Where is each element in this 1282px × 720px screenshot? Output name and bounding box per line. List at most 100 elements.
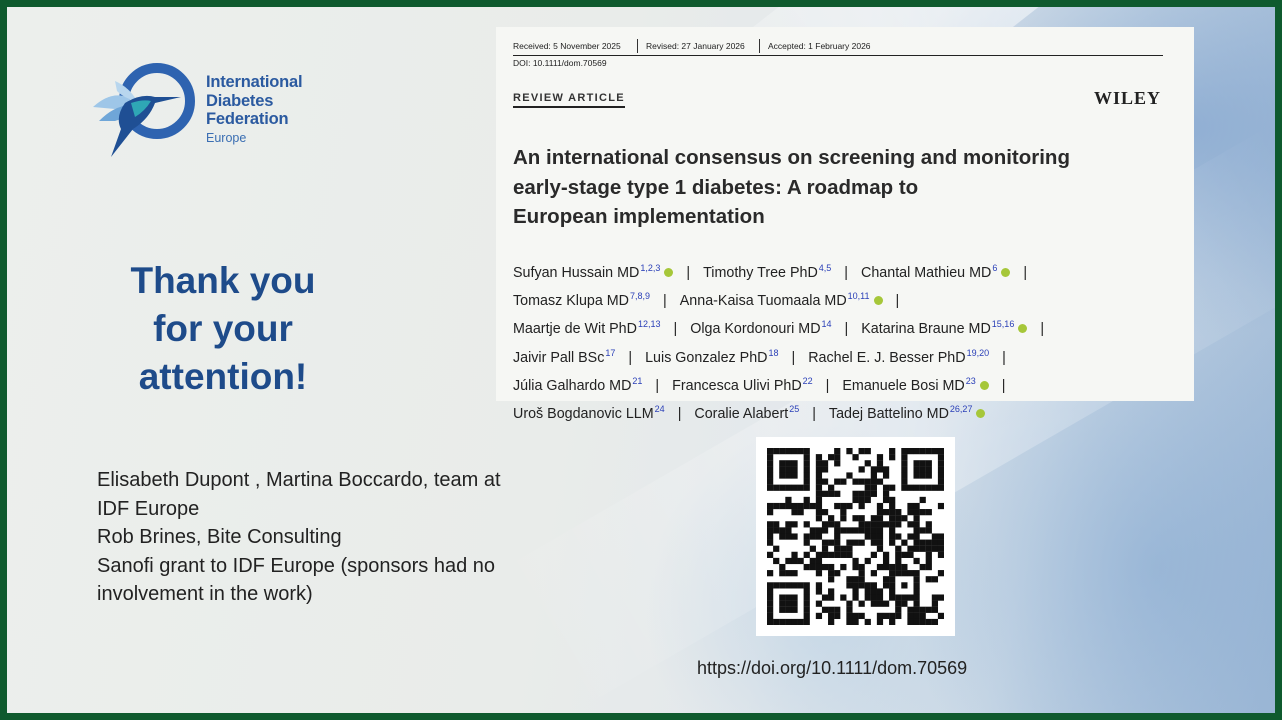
qr-module — [779, 600, 786, 607]
qr-module — [876, 588, 884, 595]
qr-module — [846, 612, 853, 620]
qr-module — [852, 557, 859, 565]
qr-module — [828, 454, 835, 461]
qr-code[interactable] — [756, 437, 955, 636]
qr-module — [834, 606, 841, 613]
qr-module — [852, 527, 859, 534]
qr-module — [913, 484, 920, 491]
qr-module — [840, 509, 847, 516]
orcid-icon[interactable] — [664, 268, 674, 277]
qr-module — [925, 448, 932, 455]
affiliation-superscript: 10,11 — [847, 291, 870, 302]
qr-module — [767, 466, 774, 473]
qr-module — [889, 588, 896, 595]
author-name-text: Anna-Kaisa Tuomaala MD — [679, 293, 847, 310]
qr-module — [815, 472, 823, 479]
qr-module — [876, 527, 884, 534]
qr-module — [846, 582, 853, 589]
qr-module — [803, 454, 810, 461]
qr-module — [907, 570, 914, 577]
qr-module — [834, 521, 841, 528]
orcid-icon[interactable] — [873, 296, 883, 306]
affiliation-superscript: 7,8,9 — [630, 291, 651, 302]
doi-url-link[interactable]: https://doi.org/10.1111/dom.70569 — [697, 658, 967, 679]
qr-module — [870, 521, 877, 528]
qr-module — [889, 582, 896, 589]
orcid-icon[interactable] — [1001, 268, 1011, 277]
qr-module — [876, 460, 884, 467]
qr-module — [931, 539, 939, 546]
qr-module — [919, 545, 926, 552]
orcid-icon[interactable] — [1018, 324, 1028, 334]
qr-module — [864, 594, 871, 601]
qr-module — [895, 612, 902, 620]
qr-module — [785, 570, 792, 577]
qr-module — [895, 509, 902, 516]
qr-module — [889, 618, 896, 625]
qr-module — [876, 502, 884, 510]
qr-module — [834, 454, 841, 461]
qr-module — [901, 448, 908, 455]
qr-module — [913, 545, 920, 552]
affiliation-superscript: 15,16 — [991, 319, 1015, 330]
qr-module — [925, 606, 932, 613]
qr-module — [767, 612, 774, 620]
author-name-text: Coralie Alabert — [694, 406, 789, 423]
qr-module — [870, 582, 877, 589]
qr-module — [809, 557, 816, 565]
qr-module — [815, 600, 823, 607]
qr-module — [773, 545, 780, 552]
qr-module — [779, 466, 786, 473]
qr-module — [913, 594, 920, 601]
qr-module — [779, 484, 786, 491]
qr-module — [791, 472, 798, 479]
qr-module — [937, 454, 944, 461]
author-name-text: Tomasz Klupa MD — [513, 293, 630, 310]
qr-module — [767, 570, 774, 577]
qr-module — [937, 545, 944, 552]
orcid-icon[interactable] — [979, 380, 989, 390]
qr-module — [803, 612, 810, 620]
qr-module — [791, 448, 798, 455]
qr-module — [870, 533, 877, 540]
qr-module — [882, 484, 890, 491]
author-name-text: Sufyan Hussain MD — [513, 265, 640, 281]
qr-module — [864, 588, 871, 595]
qr-module — [767, 527, 774, 534]
qr-module — [858, 612, 865, 620]
qr-module — [767, 582, 774, 589]
qr-module — [834, 612, 841, 620]
qr-module — [803, 533, 810, 540]
qr-module — [840, 502, 847, 510]
qr-module — [803, 472, 810, 479]
author-name-text: Chantal Mathieu MD — [861, 265, 992, 281]
qr-module — [767, 594, 774, 601]
qr-module — [852, 539, 859, 546]
paper-title-line: European implementation — [513, 205, 765, 228]
qr-module — [937, 448, 944, 455]
accepted-date: Accepted: 1 February 2026 — [768, 41, 871, 51]
author-separator: | — [686, 265, 691, 281]
qr-module — [785, 618, 792, 625]
qr-module — [846, 551, 853, 558]
orcid-icon[interactable] — [976, 409, 986, 419]
affiliation-superscript: 19,20 — [966, 347, 990, 358]
qr-module — [901, 570, 908, 577]
qr-module — [858, 490, 865, 497]
author-name-text: Emanuele Bosi MD — [842, 377, 965, 394]
qr-module — [834, 545, 841, 552]
qr-module — [907, 502, 914, 510]
qr-module — [803, 582, 810, 589]
qr-module — [925, 563, 932, 571]
qr-module — [852, 576, 859, 583]
qr-module — [919, 496, 926, 504]
qr-module — [779, 606, 786, 613]
author-name: Júlia Galhardo MD21 — [513, 376, 642, 394]
affiliation-superscript: 22 — [802, 375, 813, 386]
qr-module — [852, 496, 859, 504]
qr-module — [925, 460, 932, 467]
qr-module — [791, 466, 798, 473]
qr-module — [931, 484, 939, 491]
qr-module — [785, 496, 792, 504]
qr-module — [882, 600, 890, 607]
